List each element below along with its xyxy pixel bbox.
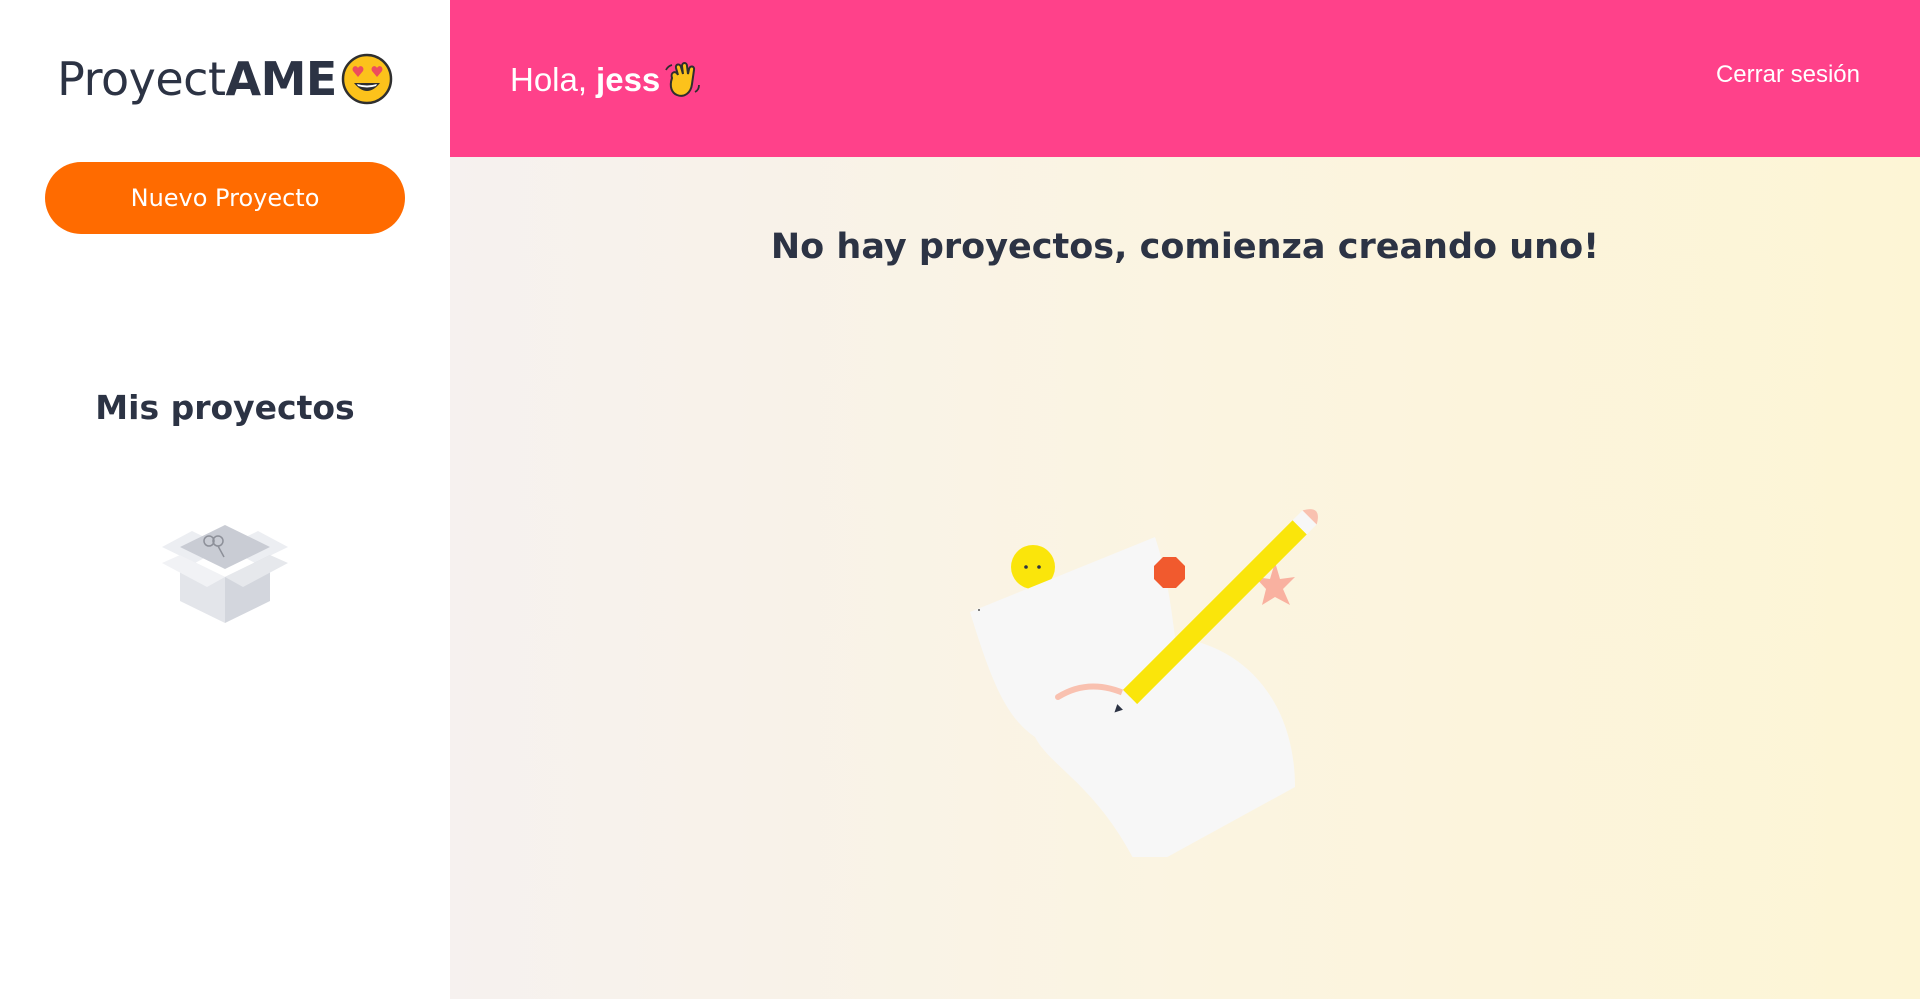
projects-content: No hay proyectos, comienza creando uno! [450,157,1920,999]
top-bar: Hola, jess Cerrar sesión [450,0,1920,157]
my-projects-heading: Mis proyectos [95,388,355,427]
main-area: Hola, jess Cerrar sesión No hay proyecto… [450,0,1920,999]
logo-text-bold: AME [225,52,338,106]
waving-hand-icon [665,61,701,97]
app-logo: Proyect AME [57,52,393,106]
heart-eyes-emoji-icon [341,53,393,105]
greeting-prefix: Hola, [510,60,588,98]
empty-state-message: No hay proyectos, comienza creando uno! [770,227,1600,267]
new-project-button[interactable]: Nuevo Proyecto [45,162,405,234]
logout-link[interactable]: Cerrar sesión [1716,61,1860,89]
paper-and-pencil-illustration [970,509,1318,857]
sidebar: Proyect AME Nuevo Proyecto Mis proyectos [0,0,450,999]
empty-box-icon [162,525,288,623]
logo-text-light: Proyect [57,52,226,106]
username: jess [596,60,661,98]
app-root: ProyectAME Nuevo Proyecto Mis proyectos [0,0,1920,999]
greeting: Hola, jess [510,60,702,100]
